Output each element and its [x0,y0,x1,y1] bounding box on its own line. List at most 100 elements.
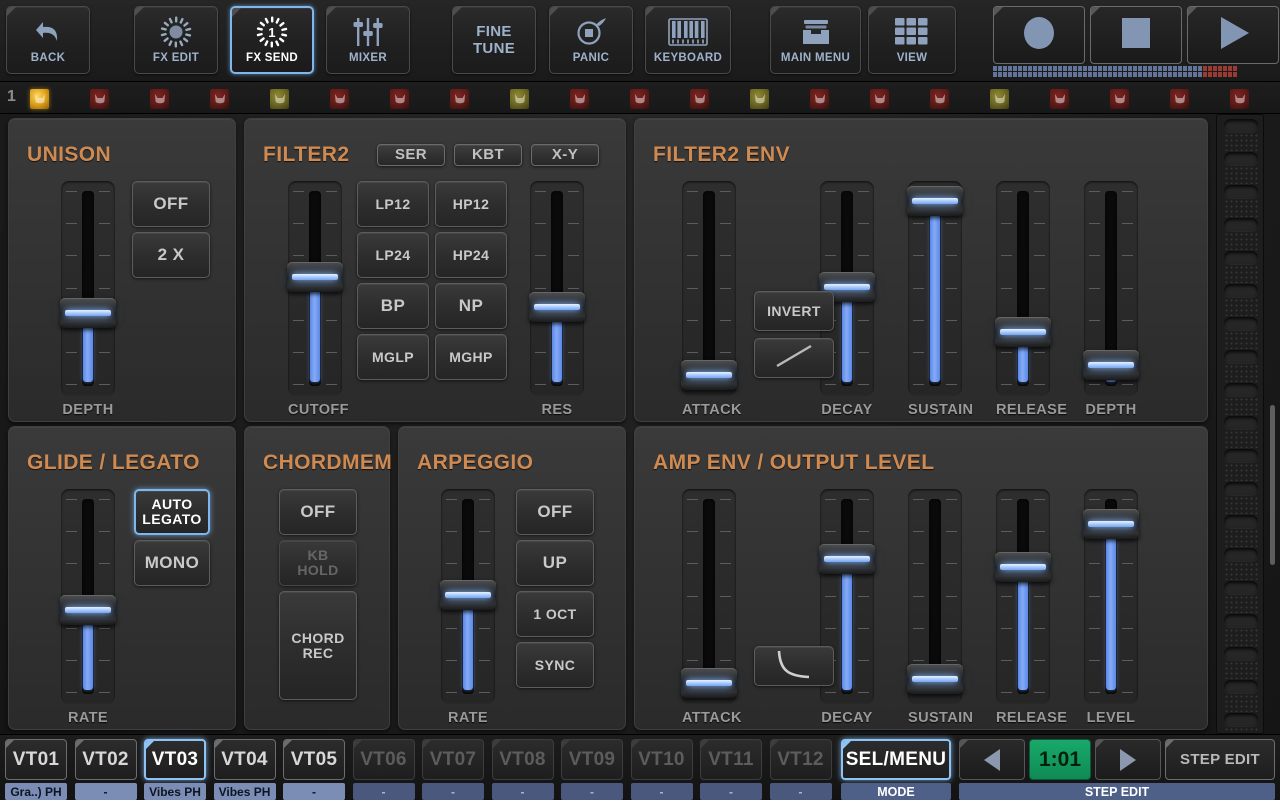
button-glide-auto-legato[interactable]: AUTO LEGATO [134,489,210,535]
button-filter2-mode-mghp[interactable]: MGHP [435,334,507,380]
slider-handle[interactable] [681,359,737,390]
transport-stop-button[interactable] [1090,6,1182,64]
slider-filter2-env-release[interactable]: RELEASE [995,181,1067,418]
slider-filter2-env-sustain[interactable]: SUSTAIN [907,181,973,418]
slider-handle[interactable] [60,594,116,625]
button-chordmem-kb-hold[interactable]: KB HOLD [279,540,357,586]
led-indicator[interactable] [1230,89,1249,109]
button-arpeggio-off[interactable]: OFF [516,489,594,535]
next-step-button[interactable] [1095,739,1161,780]
slider-amp-env-sustain[interactable]: SUSTAIN [907,489,973,726]
led-indicator[interactable] [390,89,409,109]
button-chordmem-chord-rec[interactable]: CHORD REC [279,591,357,700]
track-preset-label[interactable]: - [283,783,345,800]
slider-handle[interactable] [60,297,116,328]
slider-amp-env-level[interactable]: LEVEL [1083,489,1139,726]
led-indicator[interactable] [30,89,49,109]
vertical-scrollbar[interactable] [1270,405,1275,565]
track-button-vt10[interactable]: VT10 [630,739,693,780]
toolbar-button-back[interactable]: BACK [6,6,90,74]
track-button-vt08[interactable]: VT08 [491,739,554,780]
button-filter2-env-curve[interactable] [754,338,834,378]
toolbar-button-fx-edit[interactable]: FX EDIT [134,6,218,74]
led-indicator[interactable] [930,89,949,109]
slider-handle[interactable] [1083,350,1139,381]
led-indicator[interactable] [1170,89,1189,109]
led-indicator[interactable] [270,89,289,109]
button-filter2-kbt[interactable]: KBT [454,144,522,166]
button-arpeggio-sync[interactable]: SYNC [516,642,594,688]
button-filter2-mode-mglp[interactable]: MGLP [357,334,429,380]
track-button-vt09[interactable]: VT09 [561,739,623,780]
track-preset-label[interactable]: - [491,783,554,800]
button-chordmem-off[interactable]: OFF [279,489,357,535]
prev-step-button[interactable] [959,739,1025,780]
track-button-vt02[interactable]: VT02 [74,739,137,780]
track-preset-label[interactable]: - [561,783,623,800]
button-filter2-mode-np[interactable]: NP [435,283,507,329]
button-filter2-mode-hp24[interactable]: HP24 [435,232,507,278]
button-unison-2-x[interactable]: 2 X [132,232,210,278]
track-preset-label[interactable]: Vibes PH [213,783,276,800]
track-preset-label[interactable]: Gra..) PH [5,783,67,800]
button-unison-off[interactable]: OFF [132,181,210,227]
led-indicator[interactable] [690,89,709,109]
track-preset-label[interactable]: - [630,783,693,800]
track-button-vt12[interactable]: VT12 [769,739,832,780]
slider-glide-rate[interactable]: RATE [60,489,116,726]
led-indicator[interactable] [990,89,1009,109]
track-preset-label[interactable]: Vibes PH [144,783,206,800]
slider-handle[interactable] [440,579,496,610]
led-indicator[interactable] [330,89,349,109]
toolbar-button-mixer[interactable]: MIXER [326,6,410,74]
toolbar-button-fine-tune[interactable]: FINE TUNE [452,6,536,74]
button-filter2-mode-lp24[interactable]: LP24 [357,232,429,278]
button-filter2-mode-hp12[interactable]: HP12 [435,181,507,227]
slider-unison-depth[interactable]: DEPTH [60,181,116,418]
track-button-vt05[interactable]: VT05 [283,739,345,780]
step-edit-button[interactable]: STEP EDIT [1165,739,1275,780]
track-button-vt03[interactable]: VT03 [144,739,206,780]
sel-menu-button[interactable]: SEL/MENU [841,739,951,780]
track-preset-label[interactable]: - [422,783,484,800]
track-button-vt04[interactable]: VT04 [213,739,276,780]
slider-handle[interactable] [995,316,1051,347]
toolbar-button-panic[interactable]: PANIC [549,6,633,74]
track-button-vt06[interactable]: VT06 [352,739,415,780]
slider-handle[interactable] [819,544,875,575]
led-indicator[interactable] [870,89,889,109]
led-indicator[interactable] [90,89,109,109]
toolbar-button-keyboard[interactable]: KEYBOARD [645,6,731,74]
track-button-vt11[interactable]: VT11 [700,739,762,780]
button-filter2-mode-bp[interactable]: BP [357,283,429,329]
transport-play-button[interactable] [1187,6,1279,64]
slider-filter2-cutoff[interactable]: CUTOFF [287,181,349,418]
track-preset-label[interactable]: - [769,783,832,800]
toolbar-button-fx-send[interactable]: 1 FX SEND [230,6,314,74]
button-filter2-ser[interactable]: SER [377,144,445,166]
slider-handle[interactable] [907,185,963,216]
slider-handle[interactable] [907,663,963,694]
led-indicator[interactable] [750,89,769,109]
slider-handle[interactable] [1083,508,1139,539]
track-button-vt01[interactable]: VT01 [5,739,67,780]
led-indicator[interactable] [1110,89,1129,109]
led-indicator[interactable] [630,89,649,109]
button-filter2-env-invert[interactable]: INVERT [754,291,834,331]
toolbar-button-view[interactable]: VIEW [868,6,956,74]
track-preset-label[interactable]: - [74,783,137,800]
track-button-vt07[interactable]: VT07 [422,739,484,780]
led-indicator[interactable] [450,89,469,109]
slider-arpeggio-rate[interactable]: RATE [440,489,496,726]
slider-handle[interactable] [995,551,1051,582]
led-indicator[interactable] [210,89,229,109]
button-glide-mono[interactable]: MONO [134,540,210,586]
led-indicator[interactable] [810,89,829,109]
slider-amp-env-release[interactable]: RELEASE [995,489,1067,726]
slider-handle[interactable] [529,292,585,323]
button-filter2-x-y[interactable]: X-Y [531,144,599,166]
transport-record-button[interactable] [993,6,1085,64]
track-preset-label[interactable]: - [352,783,415,800]
led-indicator[interactable] [510,89,529,109]
button-arpeggio-up[interactable]: UP [516,540,594,586]
